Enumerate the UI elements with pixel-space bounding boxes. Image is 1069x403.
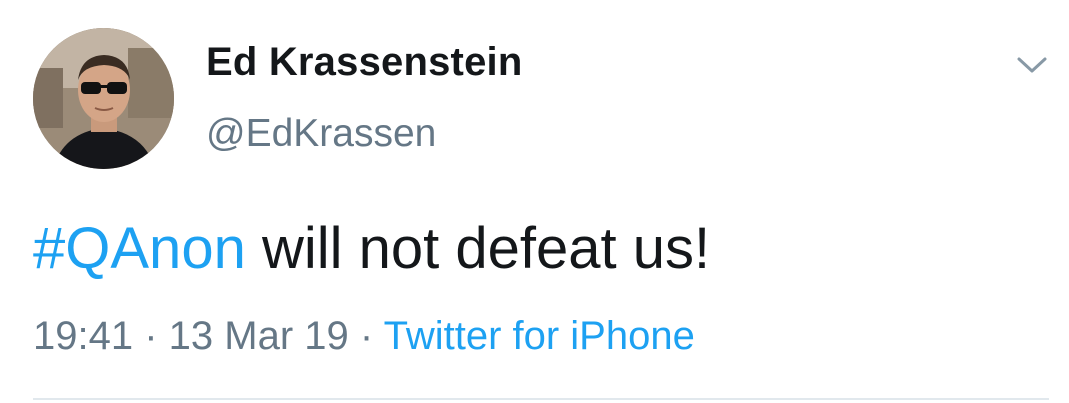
tweet-date[interactable]: 13 Mar 19 [169,314,349,358]
author-handle[interactable]: @EdKrassen [206,112,436,156]
chevron-down-icon[interactable] [1013,50,1051,80]
tweet-source-link[interactable]: Twitter for iPhone [384,314,695,358]
author-name[interactable]: Ed Krassenstein [206,40,522,85]
avatar-image [33,28,174,169]
tweet-time[interactable]: 19:41 [33,314,133,358]
hashtag-link[interactable]: #QAnon [33,216,246,281]
meta-separator: · [133,314,169,358]
tweet-text-rest: will not defeat us! [245,216,711,281]
tweet: Ed Krassenstein @EdKrassen #QAnon will n… [0,0,1069,403]
avatar[interactable] [33,28,174,169]
tweet-text: #QAnon will not defeat us! [33,215,710,282]
meta-separator: · [348,314,384,358]
divider [33,398,1049,400]
tweet-meta: 19:41 · 13 Mar 19 · Twitter for iPhone [33,314,695,359]
